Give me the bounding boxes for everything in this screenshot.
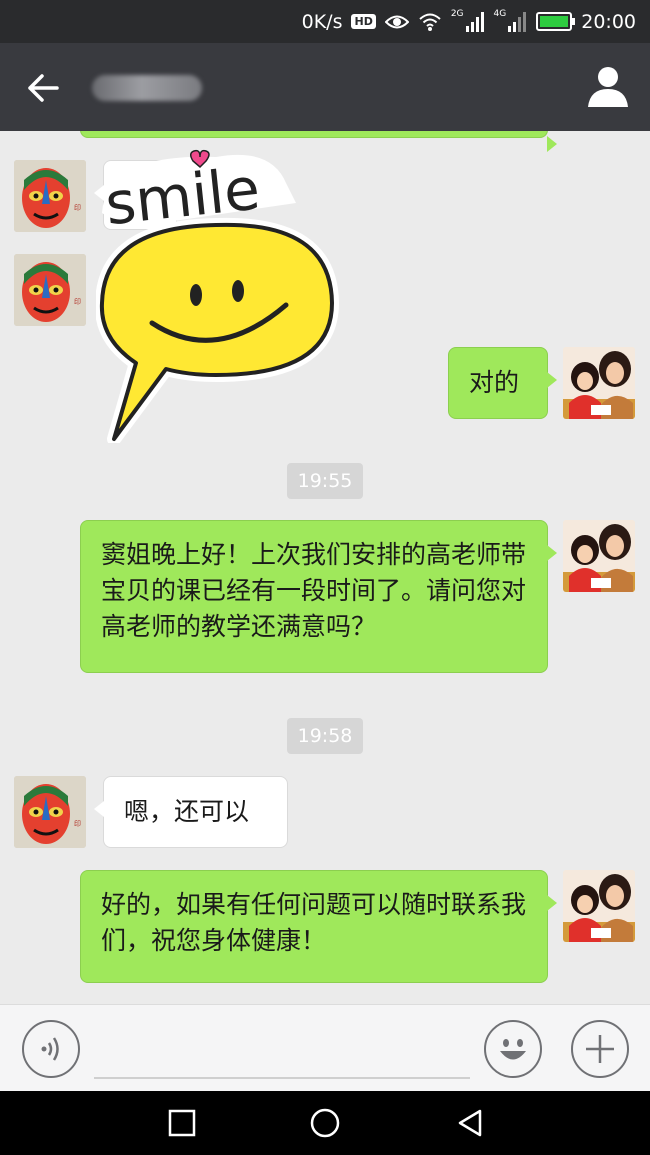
network-speed: 0K/s: [301, 10, 343, 33]
plus-icon: [586, 1035, 614, 1063]
opera-mask-avatar: 印: [14, 776, 86, 848]
avatar[interactable]: 印: [14, 254, 86, 326]
message-text: 窦姐晚上好！上次我们安排的高老师带宝贝的课已经有一段时间了。请问您对高老师的教学…: [101, 540, 527, 641]
square-recent-icon: [168, 1109, 196, 1137]
network-type-1: 2G: [450, 8, 464, 19]
outgoing-message-bubble[interactable]: 对的: [448, 347, 557, 419]
incoming-message-bubble[interactable]: 嗯，还可以: [94, 776, 288, 848]
message-text: 嗯，还可以: [124, 797, 250, 826]
smiley-icon: [500, 1039, 526, 1060]
back-nav-button[interactable]: [450, 1103, 490, 1143]
timestamp: 19:55: [287, 463, 363, 499]
system-nav-bar: [0, 1091, 650, 1155]
outgoing-message-bubble[interactable]: 窦姐晚上好！上次我们安排的高老师带宝贝的课已经有一段时间了。请问您对高老师的教学…: [80, 520, 557, 673]
svg-text:印: 印: [74, 298, 81, 306]
home-button[interactable]: [305, 1103, 345, 1143]
previous-message-bubble[interactable]: [80, 131, 557, 152]
svg-text:印: 印: [74, 820, 81, 828]
outgoing-message-bubble[interactable]: 好的，如果有任何问题可以随时联系我们，祝您身体健康！: [80, 870, 557, 983]
signal-bars-icon: 2G: [450, 8, 485, 32]
chat-area[interactable]: 印 印 smile 对的 19:55 窦姐晚上好！上次我们安排的高老师带宝贝的课…: [0, 131, 650, 1004]
eye-icon: [384, 13, 409, 31]
message-input[interactable]: [94, 1021, 470, 1079]
wifi-icon: [418, 12, 442, 32]
voice-button[interactable]: [22, 1020, 80, 1078]
avatar[interactable]: 印: [14, 160, 86, 232]
mother-daughter-photo-avatar: [563, 347, 635, 419]
more-functions-button[interactable]: [571, 1020, 629, 1078]
triangle-back-icon: [458, 1109, 482, 1137]
contact-name-blurred: [92, 75, 202, 101]
opera-mask-avatar: 印: [14, 160, 86, 232]
back-button[interactable]: [20, 65, 66, 111]
battery-charging-icon: [536, 12, 576, 31]
network-type-2: 4G: [493, 8, 507, 19]
voice-wave-icon: [41, 1037, 59, 1061]
avatar[interactable]: [563, 870, 635, 942]
svg-text:印: 印: [74, 204, 81, 212]
avatar[interactable]: 印: [14, 776, 86, 848]
message-text: 好的，如果有任何问题可以随时联系我们，祝您身体健康！: [101, 890, 527, 955]
mother-daughter-photo-avatar: [563, 870, 635, 942]
hd-badge: HD: [351, 14, 376, 29]
profile-button[interactable]: [584, 63, 632, 111]
arrow-left-icon: [28, 74, 59, 102]
mother-daughter-photo-avatar: [563, 520, 635, 592]
status-bar: 0K/s HD 2G 4G 20:00: [0, 0, 650, 43]
circle-home-icon: [310, 1108, 340, 1138]
recent-apps-button[interactable]: [162, 1103, 202, 1143]
title-bar: [0, 43, 650, 131]
avatar[interactable]: [563, 520, 635, 592]
timestamp: 19:58: [287, 718, 363, 754]
smile-sticker[interactable]: smile: [96, 143, 346, 443]
message-text: 对的: [469, 368, 520, 397]
opera-mask-avatar: 印: [14, 254, 86, 326]
person-icon: [588, 67, 628, 107]
avatar[interactable]: [563, 347, 635, 419]
input-bar: [0, 1004, 650, 1091]
clock: 20:00: [581, 10, 636, 33]
emoji-button[interactable]: [484, 1020, 542, 1078]
signal-bars-icon: 4G: [493, 8, 528, 32]
